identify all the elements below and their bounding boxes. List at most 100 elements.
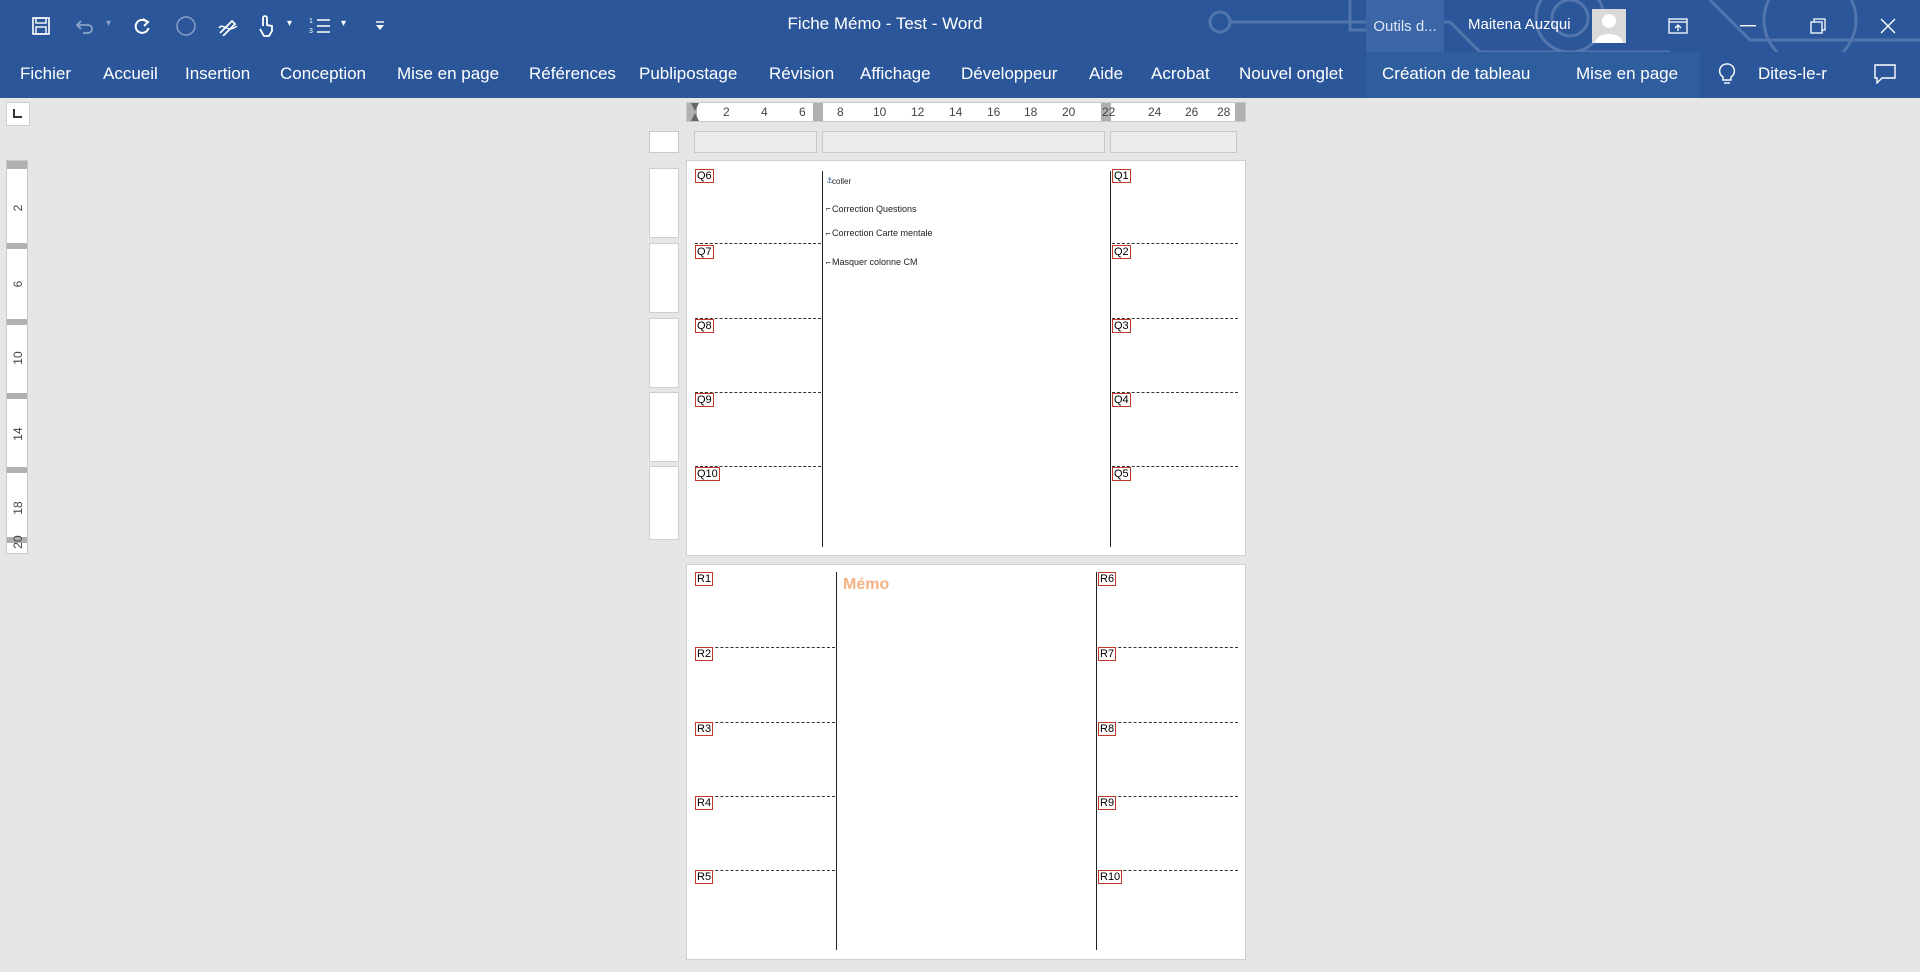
ruler-number: 24	[1148, 105, 1162, 119]
dashed-divider	[1112, 392, 1238, 393]
question-label[interactable]: Q6	[695, 169, 714, 183]
page-reponses[interactable]: Mémo R1 R2 R3 R4 R5 R6 R7 R8 R9 R10	[686, 564, 1246, 960]
page-questions[interactable]: Q6 Q7 Q8 Q9 Q10 Q1 Q2 Q3 Q4 Q5 ⚓ coller …	[686, 160, 1246, 556]
ruler-number: 18	[1024, 105, 1038, 119]
tab-conception[interactable]: Conception	[280, 64, 366, 84]
restore-icon[interactable]	[1788, 0, 1848, 52]
ruler-number: 2	[11, 204, 25, 212]
answer-label[interactable]: R8	[1098, 722, 1117, 736]
user-name[interactable]: Maitena Auzqui	[1468, 16, 1571, 33]
ruler-number: 12	[911, 105, 925, 119]
memo-title: Mémo	[843, 576, 890, 593]
column-divider	[822, 171, 823, 547]
tab-table-mise-en-page[interactable]: Mise en page	[1576, 64, 1678, 84]
tab-acrobat[interactable]: Acrobat	[1151, 64, 1210, 84]
question-label[interactable]: Q9	[695, 393, 714, 407]
ruler-number: 20	[11, 535, 25, 549]
ruler-number: 16	[987, 105, 1001, 119]
ruler-number: 18	[11, 501, 25, 515]
macro-item-coller[interactable]: coller	[832, 177, 851, 186]
dashed-divider	[695, 647, 835, 648]
vertical-ruler[interactable]: 2 6 10 14 18 20	[6, 160, 28, 554]
question-label[interactable]: Q8	[695, 319, 714, 333]
dashed-divider	[1112, 466, 1238, 467]
answer-label[interactable]: R6	[1098, 572, 1117, 586]
horizontal-ruler[interactable]: 2 4 6 8 10 12 14 16 18 20 22 24 26 28	[686, 102, 1246, 122]
comments-icon[interactable]	[1874, 64, 1896, 89]
tab-insertion[interactable]: Insertion	[185, 64, 250, 84]
question-label[interactable]: Q4	[1112, 393, 1131, 407]
answer-label[interactable]: R5	[695, 870, 714, 884]
tab-fichier[interactable]: Fichier	[20, 64, 71, 84]
title-bar: ▾ ▾ 13 ▾ Fiche Mémo - Test - Word Outils…	[0, 0, 1920, 92]
question-label[interactable]: Q7	[695, 245, 714, 259]
avatar[interactable]	[1592, 9, 1626, 43]
tab-aide[interactable]: Aide	[1089, 64, 1123, 84]
tab-accueil[interactable]: Accueil	[103, 64, 158, 84]
answer-label[interactable]: R10	[1098, 870, 1123, 884]
macro-item-correction-carte-mentale[interactable]: Correction Carte mentale	[832, 228, 933, 238]
lightbulb-icon[interactable]	[1718, 63, 1736, 90]
question-label[interactable]: Q5	[1112, 467, 1131, 481]
ruler-number: 28	[1217, 105, 1231, 119]
close-icon[interactable]	[1858, 0, 1918, 52]
dashed-divider	[1112, 243, 1238, 244]
ruler-number: 26	[1185, 105, 1199, 119]
dashed-divider	[695, 722, 835, 723]
ruler-number: 8	[837, 105, 844, 119]
ribbon-display-options-icon[interactable]	[1648, 0, 1708, 52]
answer-label[interactable]: R7	[1098, 647, 1117, 661]
tab-publipostage[interactable]: Publipostage	[639, 64, 737, 84]
thumbnail-box[interactable]	[649, 168, 679, 238]
tab-references[interactable]: Références	[529, 64, 616, 84]
answer-label[interactable]: R2	[695, 647, 714, 661]
ruler-number: 4	[761, 105, 768, 119]
tab-mise-en-page[interactable]: Mise en page	[397, 64, 499, 84]
minimize-icon[interactable]	[1718, 0, 1778, 52]
tab-nouvel-onglet[interactable]: Nouvel onglet	[1239, 64, 1343, 84]
anchor-icon: ⌐	[826, 258, 831, 267]
thumbnail-box[interactable]	[649, 318, 679, 388]
dashed-divider	[1098, 647, 1238, 648]
question-label[interactable]: Q2	[1112, 245, 1131, 259]
question-label[interactable]: Q1	[1112, 169, 1131, 183]
macro-item-correction-questions[interactable]: Correction Questions	[832, 204, 917, 214]
thumbnail-box[interactable]	[649, 466, 679, 540]
answer-label[interactable]: R1	[695, 572, 714, 586]
header-cell[interactable]	[649, 131, 679, 153]
tab-creation-de-tableau[interactable]: Création de tableau	[1382, 64, 1530, 84]
dashed-divider	[695, 318, 821, 319]
column-divider	[836, 572, 837, 950]
tab-stop-selector[interactable]	[6, 102, 30, 126]
header-cell[interactable]	[822, 131, 1105, 153]
ruler-number: 10	[873, 105, 887, 119]
ruler-number: 2	[723, 105, 730, 119]
column-divider	[1096, 572, 1097, 950]
column-divider	[1110, 171, 1111, 547]
macro-item-masquer-colonne-cm[interactable]: Masquer colonne CM	[832, 257, 918, 267]
thumbnail-box[interactable]	[649, 243, 679, 313]
dashed-divider	[1098, 722, 1238, 723]
header-cell[interactable]	[1110, 131, 1237, 153]
header-cell[interactable]	[694, 131, 817, 153]
tab-revision[interactable]: Révision	[769, 64, 834, 84]
answer-label[interactable]: R4	[695, 796, 714, 810]
tab-affichage[interactable]: Affichage	[860, 64, 931, 84]
dashed-divider	[695, 870, 835, 871]
question-label[interactable]: Q3	[1112, 319, 1131, 333]
anchor-icon: ⌐	[826, 229, 831, 238]
answer-label[interactable]: R3	[695, 722, 714, 736]
thumbnail-box[interactable]	[649, 392, 679, 462]
ruler-number: 6	[11, 280, 25, 288]
anchor-icon: ⌐	[826, 204, 831, 213]
dashed-divider	[1098, 796, 1238, 797]
ruler-number: 22	[1102, 105, 1116, 119]
tell-me-search[interactable]: Dites-le-r	[1758, 64, 1827, 84]
question-label[interactable]: Q10	[695, 467, 720, 481]
contextual-tools-label: Outils d...	[1366, 0, 1444, 52]
ruler-number: 14	[949, 105, 963, 119]
tab-developpeur[interactable]: Développeur	[961, 64, 1057, 84]
dashed-divider	[695, 392, 821, 393]
answer-label[interactable]: R9	[1098, 796, 1117, 810]
ruler-number: 14	[11, 427, 25, 441]
